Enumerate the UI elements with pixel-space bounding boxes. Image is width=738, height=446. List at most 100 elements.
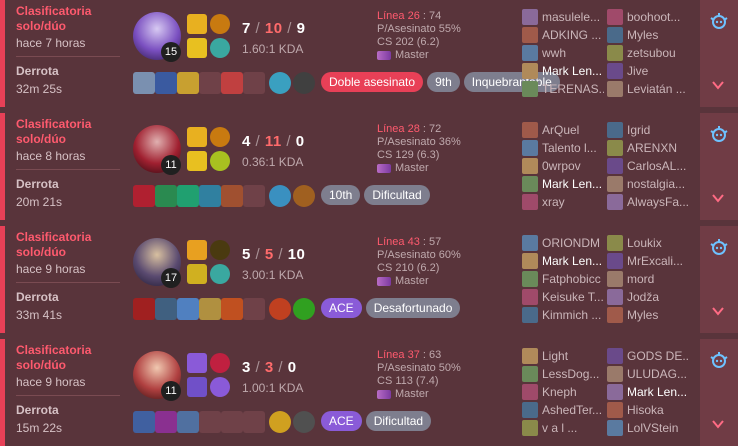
player-entry[interactable]: GODS DE...: [607, 347, 689, 365]
ai-assistant-icon[interactable]: [708, 123, 730, 145]
player-entry[interactable]: Mark Len...: [522, 62, 604, 80]
player-entry[interactable]: Mark Len...: [522, 175, 604, 193]
player-name[interactable]: 0wrpov: [542, 159, 581, 173]
summoner-spell-icon[interactable]: [187, 151, 207, 171]
player-name[interactable]: Myles: [627, 28, 658, 42]
chevron-down-icon[interactable]: [711, 417, 725, 431]
secondary-rune-icon[interactable]: [210, 151, 230, 171]
player-entry[interactable]: boohoot...: [607, 8, 689, 26]
player-name[interactable]: AshedTer...: [542, 403, 602, 417]
secondary-rune-icon[interactable]: [210, 38, 230, 58]
role-quest-icon[interactable]: [293, 185, 315, 207]
item-slot[interactable]: [177, 72, 199, 94]
role-quest-icon[interactable]: [293, 298, 315, 320]
player-name[interactable]: ArQuel: [542, 123, 579, 137]
player-entry[interactable]: ADKING ...: [522, 26, 604, 44]
player-name[interactable]: Leviatán ...: [627, 82, 686, 96]
trinket-icon[interactable]: [269, 185, 291, 207]
player-entry[interactable]: MrExcali...: [607, 252, 689, 270]
summoner-spell-icon[interactable]: [187, 377, 207, 397]
player-name[interactable]: ULUDAG...: [627, 367, 687, 381]
player-name[interactable]: Kneph: [542, 385, 577, 399]
role-quest-icon[interactable]: [293, 72, 315, 94]
item-slot[interactable]: [155, 411, 177, 433]
summoner-spell-icon[interactable]: [187, 240, 207, 260]
item-slot[interactable]: [133, 411, 155, 433]
player-name[interactable]: Mark Len...: [542, 64, 602, 78]
player-entry[interactable]: Light: [522, 347, 604, 365]
item-slot[interactable]: [133, 185, 155, 207]
player-entry[interactable]: Hisoka: [607, 401, 689, 419]
player-name[interactable]: Mark Len...: [542, 177, 602, 191]
keystone-rune-icon[interactable]: [210, 240, 230, 260]
item-slot[interactable]: [221, 411, 243, 433]
player-name[interactable]: v a l ...: [542, 421, 577, 435]
player-name[interactable]: Loukix: [627, 236, 662, 250]
summoner-spell-icon[interactable]: [187, 264, 207, 284]
trinket-icon[interactable]: [269, 72, 291, 94]
player-name[interactable]: boohoot...: [627, 10, 680, 24]
trinket-icon[interactable]: [269, 411, 291, 433]
player-entry[interactable]: Kneph: [522, 383, 604, 401]
player-name[interactable]: wwh: [542, 46, 566, 60]
player-name[interactable]: ORIONDM: [542, 236, 600, 250]
keystone-rune-icon[interactable]: [210, 14, 230, 34]
item-slot[interactable]: [199, 411, 221, 433]
item-slot[interactable]: [221, 185, 243, 207]
player-entry[interactable]: AlwaysFa...: [607, 193, 689, 211]
summoner-spell-icon[interactable]: [187, 353, 207, 373]
trinket-icon[interactable]: [269, 298, 291, 320]
player-name[interactable]: Jive: [627, 64, 648, 78]
summoner-spell-icon[interactable]: [187, 14, 207, 34]
player-entry[interactable]: Mark Len...: [607, 383, 689, 401]
player-name[interactable]: TERENAS...: [542, 82, 604, 96]
player-name[interactable]: Light: [542, 349, 568, 363]
role-quest-icon[interactable]: [293, 411, 315, 433]
player-name[interactable]: Igrid: [627, 123, 650, 137]
player-name[interactable]: MrExcali...: [627, 254, 683, 268]
player-name[interactable]: CarlosAL...: [627, 159, 686, 173]
player-name[interactable]: LolVStein: [627, 421, 678, 435]
player-name[interactable]: masulele...: [542, 10, 600, 24]
player-entry[interactable]: Mark Len...: [522, 252, 604, 270]
item-slot[interactable]: [177, 298, 199, 320]
ai-assistant-icon[interactable]: [708, 236, 730, 258]
match-row[interactable]: Clasificatoria solo/dúo hace 8 horas Der…: [0, 113, 738, 220]
player-entry[interactable]: Leviatán ...: [607, 80, 689, 98]
player-entry[interactable]: ArQuel: [522, 121, 604, 139]
secondary-rune-icon[interactable]: [210, 264, 230, 284]
player-name[interactable]: xray: [542, 195, 565, 209]
player-entry[interactable]: 0wrpov: [522, 157, 604, 175]
player-entry[interactable]: Loukix: [607, 234, 689, 252]
keystone-rune-icon[interactable]: [210, 127, 230, 147]
player-name[interactable]: AlwaysFa...: [627, 195, 689, 209]
player-entry[interactable]: zetsubou: [607, 44, 689, 62]
player-entry[interactable]: Igrid: [607, 121, 689, 139]
player-name[interactable]: Hisoka: [627, 403, 664, 417]
player-entry[interactable]: Kimmich ...: [522, 306, 604, 324]
player-entry[interactable]: Jodža: [607, 288, 689, 306]
player-entry[interactable]: ORIONDM: [522, 234, 604, 252]
item-slot[interactable]: [133, 72, 155, 94]
player-name[interactable]: Keisuke T...: [542, 290, 604, 304]
chevron-down-icon[interactable]: [711, 78, 725, 92]
player-entry[interactable]: ULUDAG...: [607, 365, 689, 383]
player-entry[interactable]: TERENAS...: [522, 80, 604, 98]
item-slot[interactable]: [243, 298, 265, 320]
chevron-down-icon[interactable]: [711, 304, 725, 318]
summoner-spell-icon[interactable]: [187, 38, 207, 58]
ai-assistant-icon[interactable]: [708, 10, 730, 32]
keystone-rune-icon[interactable]: [210, 353, 230, 373]
player-entry[interactable]: CarlosAL...: [607, 157, 689, 175]
player-name[interactable]: Mark Len...: [627, 385, 687, 399]
player-entry[interactable]: Talento l...: [522, 139, 604, 157]
player-entry[interactable]: Myles: [607, 306, 689, 324]
player-name[interactable]: Myles: [627, 308, 658, 322]
player-entry[interactable]: ARENXN: [607, 139, 689, 157]
player-entry[interactable]: mord: [607, 270, 689, 288]
player-name[interactable]: Fatphobicc: [542, 272, 601, 286]
player-name[interactable]: GODS DE...: [627, 349, 689, 363]
item-slot[interactable]: [199, 298, 221, 320]
player-entry[interactable]: masulele...: [522, 8, 604, 26]
item-slot[interactable]: [155, 185, 177, 207]
